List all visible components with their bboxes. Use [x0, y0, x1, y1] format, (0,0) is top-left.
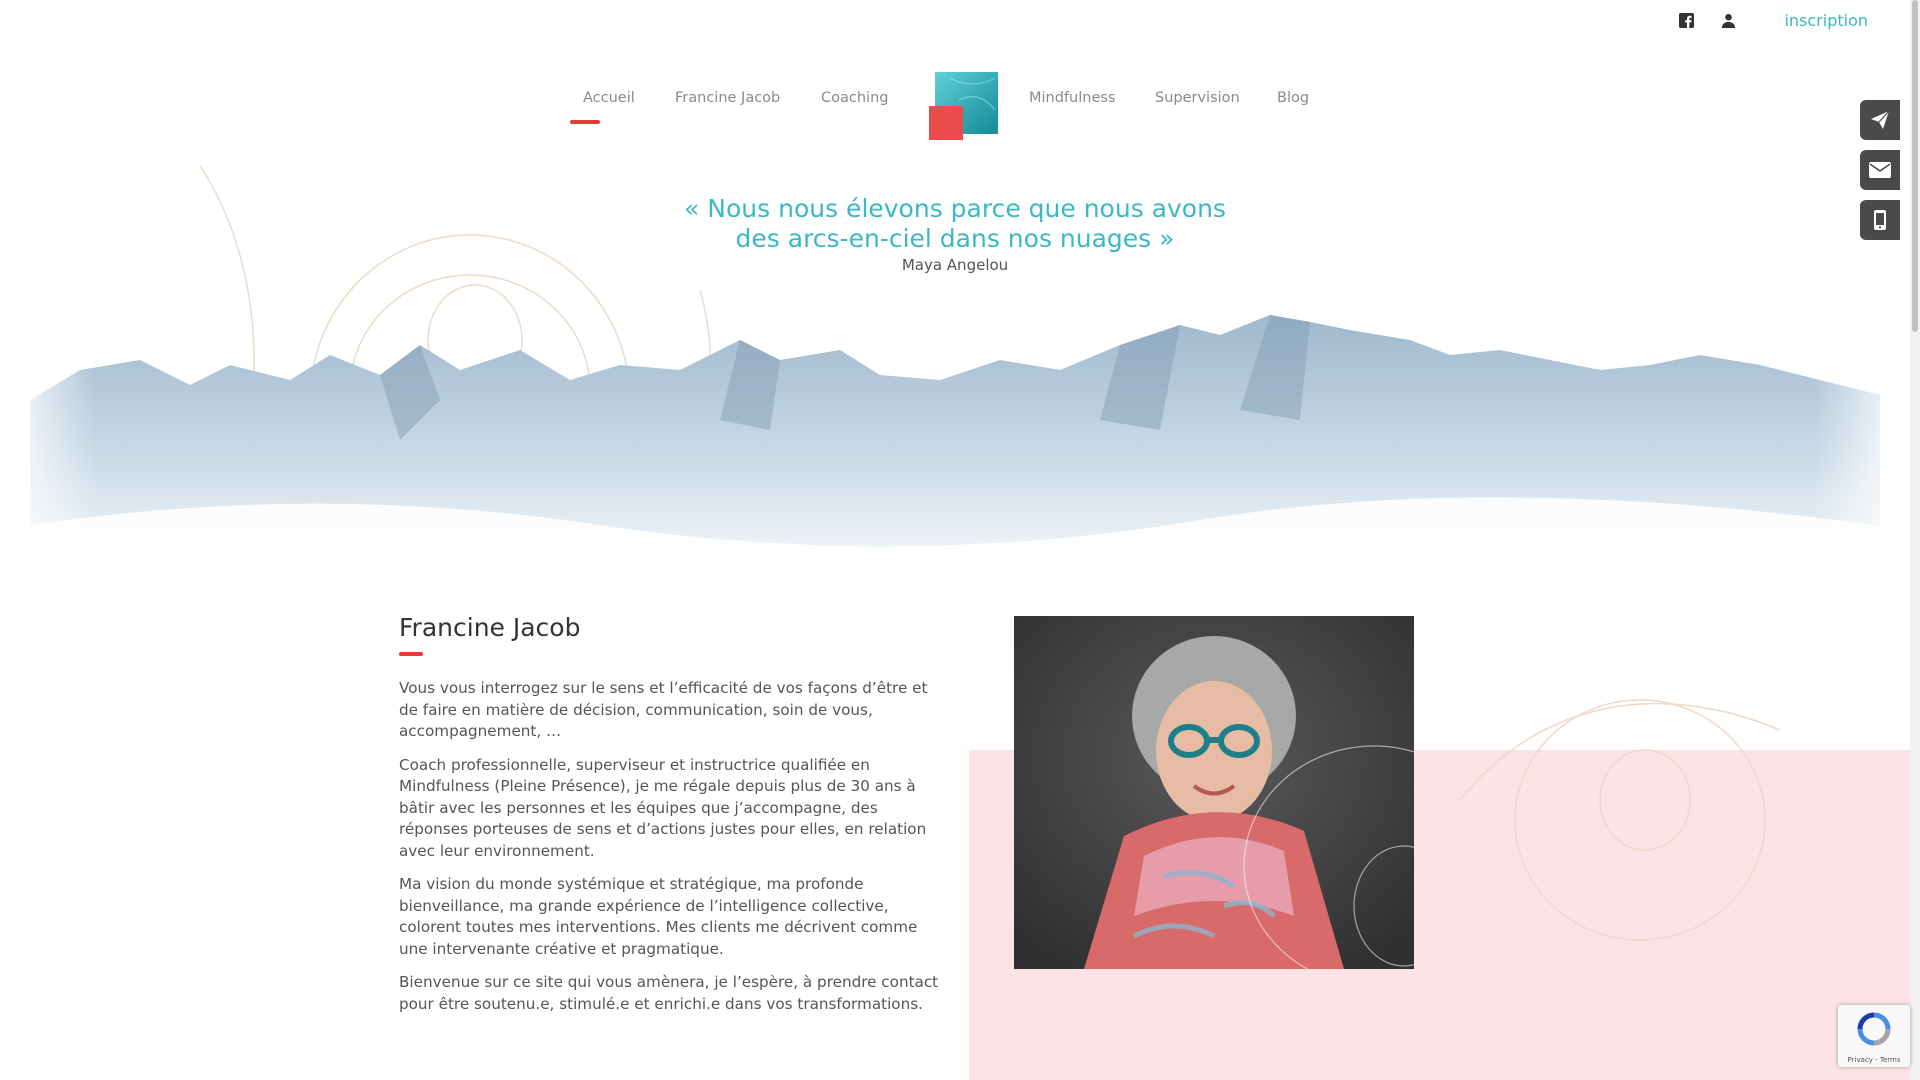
portrait-photo [1014, 616, 1414, 969]
page-scrollbar[interactable] [1910, 0, 1920, 1080]
paper-plane-icon[interactable] [1860, 100, 1900, 140]
recaptcha-badge[interactable]: Privacy - Terms [1838, 1005, 1910, 1067]
top-utility-bar: inscription [1676, 10, 1868, 30]
title-underline [399, 652, 423, 656]
quote-line-1: « Nous nous élevons parce que nous avons [684, 194, 1226, 223]
bio-paragraph: Bienvenue sur ce site qui vous amènera, … [399, 973, 939, 1013]
recaptcha-icon [1857, 1012, 1891, 1046]
nav-item-supervision[interactable]: Supervision [1155, 90, 1240, 106]
decorative-swirls-right [1459, 699, 1781, 941]
bio-section: Francine Jacob Vous vous interrogez sur … [399, 613, 944, 1027]
scrollbar-thumb[interactable] [1912, 0, 1918, 332]
logo-squares-icon[interactable] [929, 70, 999, 140]
floating-contact-buttons [1860, 100, 1900, 240]
nav-item-blog[interactable]: Blog [1277, 90, 1309, 106]
quote-line-2: des arcs-en-ciel dans nos nuages » [735, 224, 1175, 253]
quote-author: Maya Angelou [901, 256, 1009, 274]
nav-item-francine-jacob[interactable]: Francine Jacob [675, 90, 780, 106]
bio-paragraph: Coach professionnelle, superviseur et in… [399, 755, 927, 860]
quote-block: « Nous nous élevons parce que nous avons… [0, 194, 1910, 274]
bio-paragraph: Vous vous interrogez sur le sens et l’ef… [399, 679, 928, 740]
bio-title: Francine Jacob [399, 613, 581, 642]
mountain-banner-image [0, 310, 1910, 610]
mobile-phone-icon[interactable] [1860, 200, 1900, 240]
inscription-link[interactable]: inscription [1784, 11, 1868, 30]
main-navigation: Accueil Francine Jacob Coaching Mindfuln… [0, 70, 1910, 150]
facebook-icon[interactable] [1676, 10, 1696, 30]
nav-item-mindfulness[interactable]: Mindfulness [1029, 90, 1115, 106]
nav-item-accueil[interactable]: Accueil [570, 90, 635, 124]
envelope-icon[interactable] [1860, 150, 1900, 190]
nav-item-coaching[interactable]: Coaching [821, 90, 888, 106]
recaptcha-links[interactable]: Privacy - Terms [1838, 1056, 1910, 1064]
bio-paragraph: Ma vision du monde systémique et stratég… [399, 875, 918, 958]
user-icon[interactable] [1718, 10, 1738, 30]
